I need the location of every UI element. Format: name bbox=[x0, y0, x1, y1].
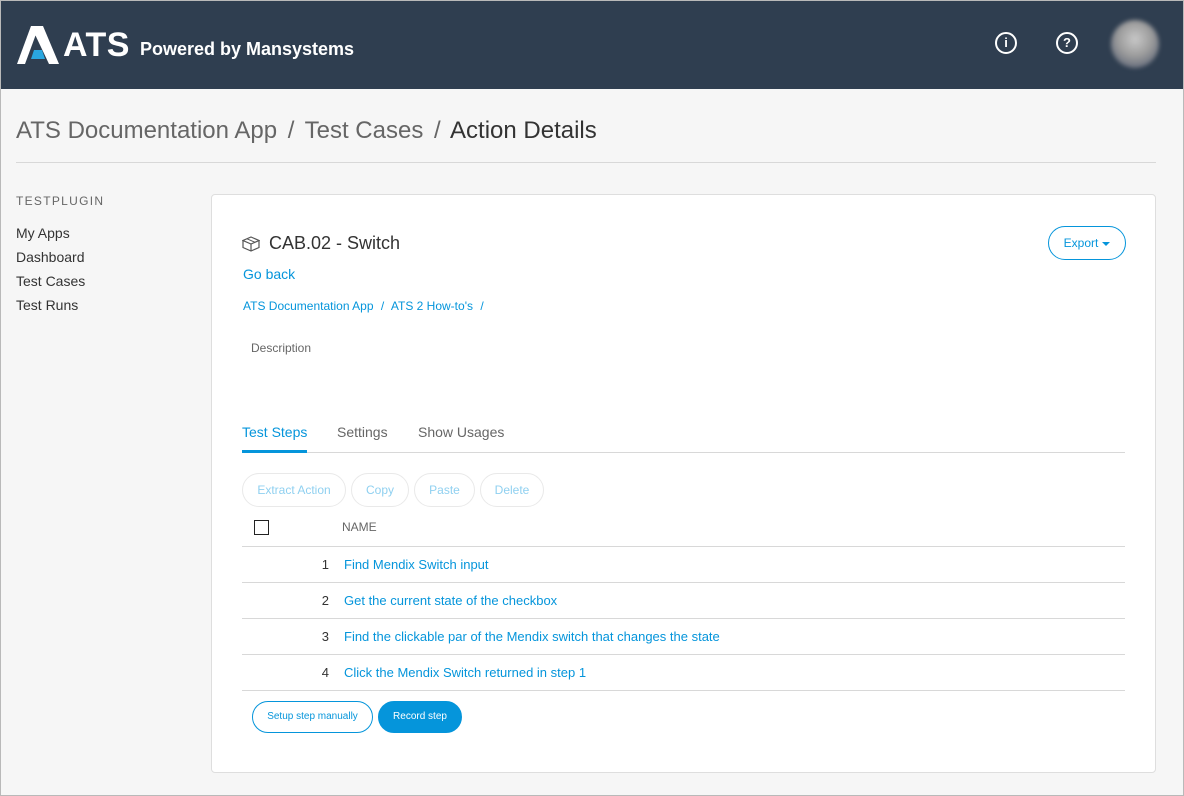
tab-test-steps[interactable]: Test Steps bbox=[242, 422, 308, 453]
breadcrumb-separator: / bbox=[434, 117, 441, 144]
chevron-down-icon bbox=[1102, 241, 1111, 246]
table-row[interactable]: 1 Find Mendix Switch input bbox=[242, 547, 1125, 583]
copy-button[interactable]: Copy bbox=[351, 473, 409, 507]
step-number: 2 bbox=[321, 593, 329, 608]
breadcrumb-separator: / bbox=[380, 299, 385, 313]
page-title: Action Details bbox=[450, 117, 597, 144]
cube-icon bbox=[242, 235, 260, 252]
help-icon[interactable]: ? bbox=[1056, 32, 1078, 54]
ats-logo[interactable]: ATS Powered by Mansystems bbox=[15, 25, 354, 65]
info-icon[interactable]: i bbox=[995, 32, 1017, 54]
breadcrumb-folder-link[interactable]: ATS 2 How-to's bbox=[391, 299, 473, 313]
avatar[interactable] bbox=[1111, 20, 1159, 68]
step-name-link[interactable]: Find Mendix Switch input bbox=[344, 557, 489, 572]
table-header: NAME bbox=[242, 509, 1125, 547]
logo-tagline: Powered by Mansystems bbox=[139, 38, 355, 59]
sidebar-item-test-runs[interactable]: Test Runs bbox=[16, 293, 196, 317]
go-back-link[interactable]: Go back bbox=[243, 266, 295, 282]
setup-step-manually-button[interactable]: Setup step manually bbox=[252, 701, 373, 733]
top-bar: ATS Powered by Mansystems i ? bbox=[1, 1, 1183, 89]
sidebar: TESTPLUGIN My Apps Dashboard Test Cases … bbox=[16, 194, 196, 317]
table-row[interactable]: 3 Find the clickable par of the Mendix s… bbox=[242, 619, 1125, 655]
breadcrumb-app-link[interactable]: ATS Documentation App bbox=[243, 299, 374, 313]
sidebar-item-dashboard[interactable]: Dashboard bbox=[16, 245, 196, 269]
select-all-checkbox[interactable] bbox=[254, 520, 269, 535]
table-row[interactable]: 2 Get the current state of the checkbox bbox=[242, 583, 1125, 619]
title-divider bbox=[16, 162, 1156, 163]
sidebar-item-test-cases[interactable]: Test Cases bbox=[16, 269, 196, 293]
column-header-name: NAME bbox=[342, 520, 377, 534]
export-label: Export bbox=[1063, 236, 1099, 250]
step-name-link[interactable]: Find the clickable par of the Mendix swi… bbox=[344, 629, 720, 644]
page-breadcrumb-test-cases[interactable]: Test Cases bbox=[305, 117, 424, 144]
action-details-card: CAB.02 - Switch Export Go back ATS Docum… bbox=[211, 194, 1156, 773]
sidebar-item-my-apps[interactable]: My Apps bbox=[16, 221, 196, 245]
page-breadcrumb: ATS Documentation App / Test Cases / Act… bbox=[16, 117, 597, 145]
breadcrumb-separator: / bbox=[480, 299, 484, 313]
extract-action-button[interactable]: Extract Action bbox=[242, 473, 346, 507]
step-number: 3 bbox=[321, 629, 329, 644]
step-name-link[interactable]: Click the Mendix Switch returned in step… bbox=[344, 665, 586, 680]
action-name: CAB.02 - Switch bbox=[269, 233, 401, 253]
description-label: Description bbox=[251, 341, 312, 355]
record-step-button[interactable]: Record step bbox=[378, 701, 462, 733]
tab-bar: Test Steps Settings Show Usages bbox=[242, 422, 1125, 453]
step-number: 4 bbox=[321, 665, 329, 680]
tab-show-usages[interactable]: Show Usages bbox=[418, 422, 504, 453]
delete-button[interactable]: Delete bbox=[480, 473, 544, 507]
export-button[interactable]: Export bbox=[1048, 226, 1126, 260]
sidebar-header: TESTPLUGIN bbox=[16, 194, 105, 208]
action-breadcrumb: ATS Documentation App / ATS 2 How-to's / bbox=[243, 299, 488, 313]
tab-settings[interactable]: Settings bbox=[337, 422, 388, 453]
step-number: 1 bbox=[321, 557, 329, 572]
breadcrumb-separator: / bbox=[287, 117, 295, 144]
ats-logo-mark-icon bbox=[17, 26, 59, 64]
table-row[interactable]: 4 Click the Mendix Switch returned in st… bbox=[242, 655, 1125, 691]
page-breadcrumb-app[interactable]: ATS Documentation App bbox=[16, 117, 277, 144]
logo-text: ATS bbox=[63, 26, 130, 64]
test-steps-table: NAME 1 Find Mendix Switch input 2 Get th… bbox=[242, 509, 1125, 691]
paste-button[interactable]: Paste bbox=[414, 473, 475, 507]
action-title: CAB.02 - Switch bbox=[242, 233, 400, 254]
step-name-link[interactable]: Get the current state of the checkbox bbox=[344, 593, 557, 608]
